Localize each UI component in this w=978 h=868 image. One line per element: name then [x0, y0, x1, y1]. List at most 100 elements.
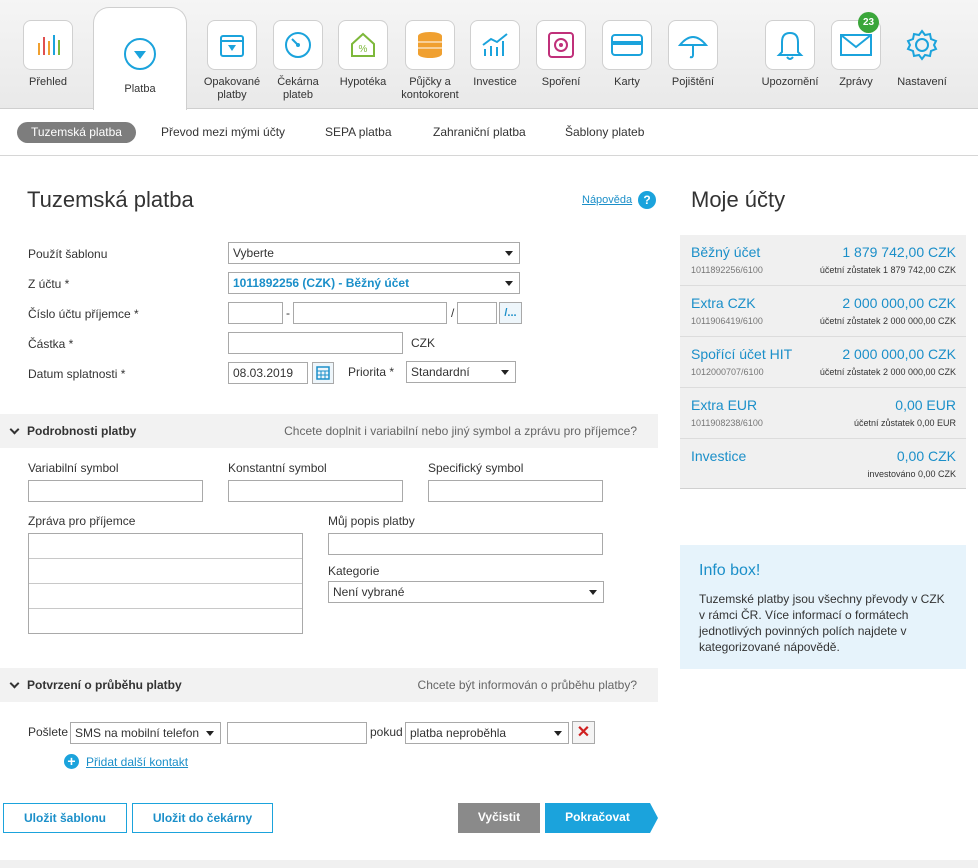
- footer-strip: [0, 860, 978, 868]
- variable-symbol-input[interactable]: [28, 480, 203, 502]
- nav-item-hypoteka[interactable]: % Hypotéka: [331, 20, 395, 89]
- account-row[interactable]: Extra EUR 0,00 EUR 1011908238/6100 účetn…: [680, 388, 966, 439]
- nav-item-cekarna[interactable]: Čekárna plateb: [266, 20, 330, 102]
- coins-icon: [405, 20, 455, 70]
- account-amount: 0,00 CZK: [896, 448, 956, 464]
- recipient-account-label: Číslo účtu příjemce *: [28, 307, 139, 321]
- clear-button[interactable]: Vyčistit: [458, 803, 540, 833]
- page-title: Tuzemská platba: [27, 187, 194, 212]
- template-label: Použít šablonu: [28, 247, 108, 261]
- help-link[interactable]: Nápověda: [582, 194, 632, 206]
- priority-label: Priorita *: [348, 365, 395, 379]
- account-name: Běžný účet: [691, 244, 761, 260]
- message-label: Zpráva pro příjemce: [28, 514, 136, 528]
- currency-label: CZK: [411, 336, 435, 350]
- nav-item-nastaveni[interactable]: Nastavení: [890, 20, 954, 89]
- nav-item-karty[interactable]: Karty: [595, 20, 659, 89]
- template-select[interactable]: Vyberte: [228, 242, 520, 264]
- account-balance: účetní zůstatek 1 879 742,00 CZK: [819, 265, 956, 275]
- add-contact-link[interactable]: Přidat další kontakt: [86, 755, 188, 769]
- payment-details-section-header[interactable]: Podrobnosti platby Chcete doplnit i vari…: [0, 414, 658, 448]
- category-select[interactable]: Není vybrané: [328, 581, 604, 603]
- account-name: Investice: [691, 448, 747, 464]
- nav-item-pojisteni[interactable]: Pojištění: [661, 20, 725, 89]
- info-box: Info box! Tuzemské platby jsou všechny p…: [680, 545, 966, 669]
- bar-chart-icon: [23, 20, 73, 70]
- gear-icon: [897, 20, 947, 70]
- my-description-input[interactable]: [328, 533, 603, 555]
- specific-symbol-input[interactable]: [428, 480, 603, 502]
- amount-input[interactable]: [228, 332, 403, 354]
- nav-item-investice[interactable]: Investice: [463, 20, 527, 89]
- recipient-number-input[interactable]: [293, 302, 447, 324]
- specific-symbol-label: Specifický symbol: [428, 461, 524, 475]
- help-icon[interactable]: ?: [638, 191, 656, 209]
- account-balance: účetní zůstatek 2 000 000,00 CZK: [819, 316, 956, 326]
- category-label: Kategorie: [328, 564, 380, 578]
- save-template-button[interactable]: Uložit šablonu: [3, 803, 127, 833]
- save-waiting-button[interactable]: Uložit do čekárny: [132, 803, 273, 833]
- remove-contact-icon[interactable]: ✕: [572, 721, 595, 744]
- subtab-prevod[interactable]: Převod mezi mými účty: [161, 122, 285, 143]
- nav-label: Investice: [473, 76, 517, 88]
- house-percent-icon: %: [338, 20, 388, 70]
- nav-label: Přehled: [29, 76, 67, 88]
- clock-icon: [273, 20, 323, 70]
- nav-item-pujcky[interactable]: Půjčky a kontokorent: [398, 20, 462, 102]
- section-title: Potvrzení o průběhu platby: [27, 678, 182, 692]
- nav-label: Čekárna plateb: [277, 76, 319, 101]
- info-box-text: Tuzemské platby jsou všechny převody v C…: [699, 592, 945, 654]
- priority-select[interactable]: Standardní: [406, 361, 516, 383]
- svg-text:%: %: [359, 44, 368, 55]
- recipient-prefix-input[interactable]: [228, 302, 283, 324]
- account-row[interactable]: Investice 0,00 CZK investováno 0,00 CZK: [680, 439, 966, 490]
- from-account-label: Z účtu *: [28, 277, 70, 291]
- subtab-sablony[interactable]: Šablony plateb: [565, 122, 644, 143]
- card-icon: [602, 20, 652, 70]
- nav-item-prehled[interactable]: Přehled: [16, 20, 80, 89]
- nav-item-sporeni[interactable]: Spoření: [529, 20, 593, 89]
- account-number: 1011906419/6100: [691, 316, 763, 326]
- account-name: Extra CZK: [691, 295, 756, 311]
- constant-symbol-input[interactable]: [228, 480, 403, 502]
- nav-item-zpravy[interactable]: 23 Zprávy: [824, 12, 888, 89]
- account-balance: účetní zůstatek 2 000 000,00 CZK: [819, 367, 956, 377]
- due-date-label: Datum splatnosti *: [28, 367, 126, 381]
- section-hint: Chcete být informován o průběhu platby?: [417, 678, 637, 692]
- nav-label: Hypotéka: [339, 76, 387, 88]
- prefix-dash: -: [286, 306, 290, 320]
- nav-label: Půjčky a kontokorent: [401, 76, 459, 101]
- account-number: 1012000707/6100: [691, 367, 764, 377]
- account-name: Spořící účet HIT: [691, 346, 793, 362]
- nav-label: Zprávy: [839, 76, 873, 88]
- subtab-sepa[interactable]: SEPA platba: [325, 122, 392, 143]
- nav-item-upozorneni[interactable]: Upozornění: [758, 20, 822, 89]
- account-amount: 0,00 EUR: [895, 397, 956, 413]
- from-account-select[interactable]: 1011892256 (CZK) - Běžný účet: [228, 272, 520, 294]
- account-row[interactable]: Spořící účet HIT 2 000 000,00 CZK 101200…: [680, 337, 966, 388]
- due-date-input[interactable]: 08.03.2019: [228, 362, 308, 384]
- plus-icon[interactable]: +: [64, 754, 79, 769]
- nav-item-opakovane-platby[interactable]: Opakované platby: [200, 20, 264, 102]
- bank-code-picker-button[interactable]: /...: [499, 302, 522, 324]
- notification-channel-select[interactable]: SMS na mobilní telefon: [70, 722, 221, 744]
- notification-condition-select[interactable]: platba neproběhla: [405, 722, 569, 744]
- account-row[interactable]: Běžný účet 1 879 742,00 CZK 1011892256/6…: [680, 235, 966, 286]
- nav-label: Nastavení: [897, 76, 947, 88]
- subtab-zahranicni[interactable]: Zahraniční platba: [433, 122, 526, 143]
- calendar-icon: [207, 20, 257, 70]
- amount-label: Částka *: [28, 337, 74, 351]
- account-row[interactable]: Extra CZK 2 000 000,00 CZK 1011906419/61…: [680, 286, 966, 337]
- subtab-tuzemska-platba[interactable]: Tuzemská platba: [17, 122, 136, 143]
- contact-input[interactable]: [227, 722, 367, 744]
- bank-code-input[interactable]: [457, 302, 497, 324]
- message-textarea[interactable]: [28, 533, 303, 634]
- calendar-picker-icon[interactable]: [312, 362, 334, 384]
- message-line: [29, 608, 302, 609]
- nav-label: Upozornění: [761, 76, 819, 88]
- payment-confirmation-section-header[interactable]: Potvrzení o průběhu platby Chcete být in…: [0, 668, 658, 702]
- nav-item-platba[interactable]: Platba: [108, 29, 172, 96]
- nav-label: Opakované platby: [203, 76, 261, 101]
- continue-button[interactable]: Pokračovat: [545, 803, 650, 833]
- nav-label: Spoření: [541, 76, 581, 88]
